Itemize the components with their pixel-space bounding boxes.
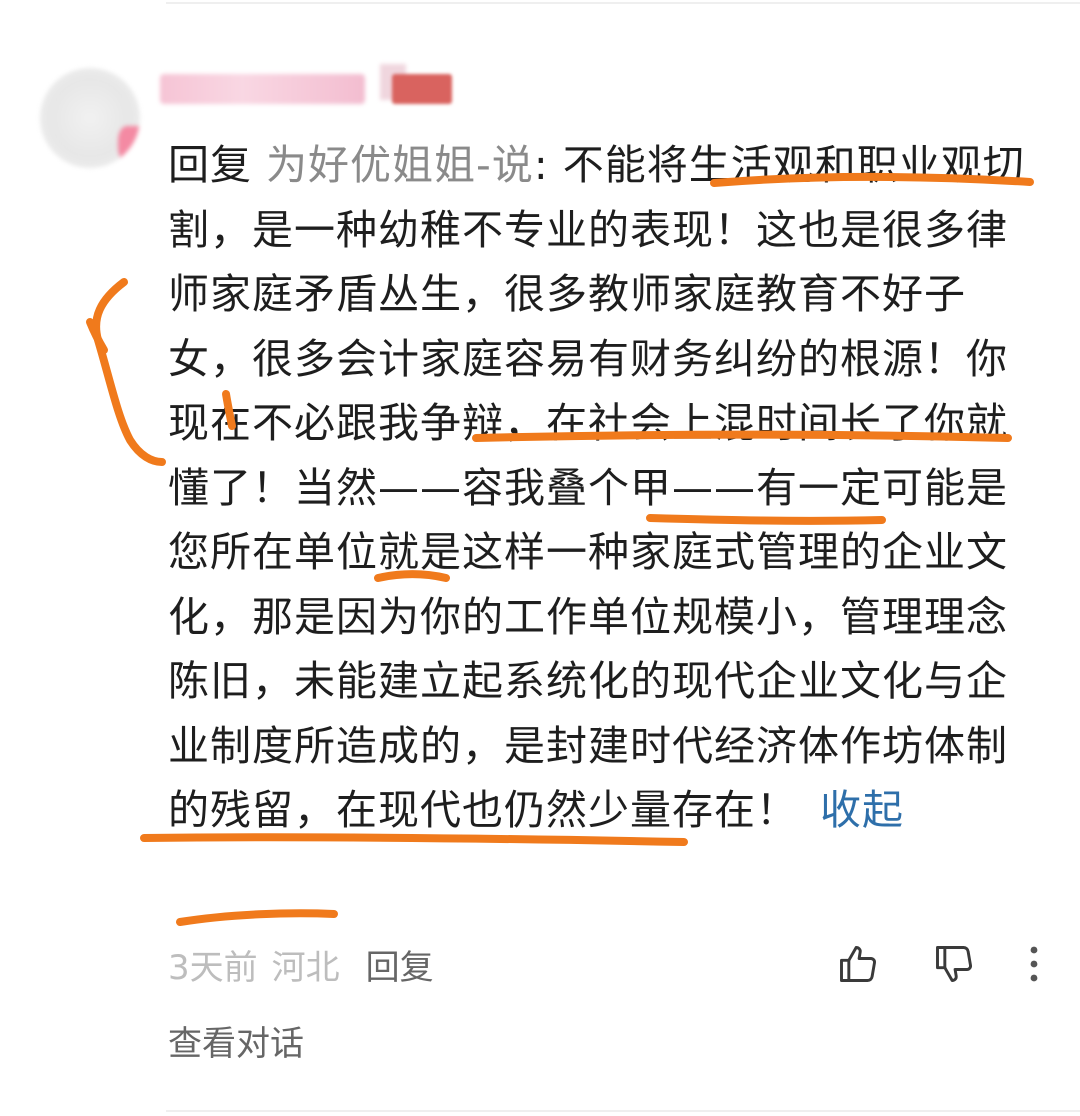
avatar[interactable] [40,68,140,168]
more-options-button[interactable] [1014,936,1054,992]
comment-text: 回复 为好优姐姐-说: 不能将生活观和职业观切割，是一种幼稚不专业的表现！这也是… [168,133,1038,843]
user-badge-blurred [392,74,452,104]
top-divider [166,2,1080,4]
comment-body: 不能将生活观和职业观切割，是一种幼稚不专业的表现！这也是很多律师家庭矛盾丛生，很… [168,141,1025,834]
like-button[interactable] [832,936,884,992]
more-vertical-icon [1030,946,1038,982]
annotation-bracket-tick [86,318,108,354]
location: 河北 [271,947,340,988]
reply-button[interactable]: 回复 [366,940,434,989]
avatar-decoration [118,126,140,162]
thumbs-up-icon [840,946,876,982]
annotation-bracket [92,278,166,466]
annotation-underline-6 [176,909,338,926]
reply-prefix: 回复 [168,141,252,189]
reply-target-username[interactable]: 为好优姐姐-说 [266,141,534,189]
reply-colon: : [533,141,563,189]
comment-card: 回复 为好优姐姐-说: 不能将生活观和职业观切割，是一种幼稚不专业的表现！这也是… [0,0,1080,1116]
view-conversation-link[interactable]: 查看对话 [168,1016,304,1065]
username-blurred[interactable] [160,74,365,104]
comment-meta: 3天前 河北 回复 [168,936,434,992]
thumbs-down-icon [936,946,972,982]
collapse-link[interactable]: 收起 [820,786,904,834]
bottom-divider [166,1110,1080,1112]
dislike-button[interactable] [928,936,980,992]
timestamp: 3天前 [168,947,258,988]
